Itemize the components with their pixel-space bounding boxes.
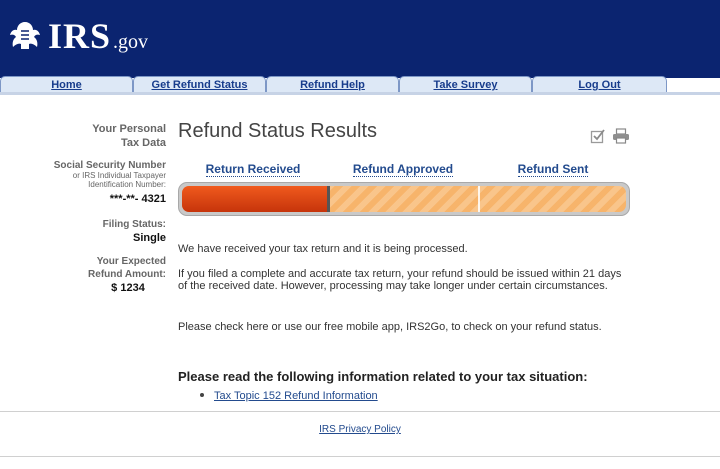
filing-status-value: Single xyxy=(132,232,166,244)
irs-logo[interactable]: IRS .gov xyxy=(8,14,148,57)
status-steps: Return Received Refund Approved Refund S… xyxy=(178,162,628,177)
tab-get-refund-status[interactable]: Get Refund Status xyxy=(133,76,266,93)
filing-status-label: Filing Status: xyxy=(102,219,166,230)
page-title: Refund Status Results xyxy=(178,120,377,142)
ssn-value: ***-**- 4321 xyxy=(109,193,166,205)
refund-amount-value: $ 1234 xyxy=(111,282,145,294)
info-heading: Please read the following information re… xyxy=(178,369,588,384)
sidebar-title-line1: Your Personal xyxy=(92,123,166,135)
ssn-label: Social Security Number xyxy=(53,160,166,171)
refund-status-main: Refund Status Results Return Received Re… xyxy=(178,120,633,402)
nav-underline xyxy=(0,92,720,95)
progress-divider xyxy=(477,186,480,212)
checkmark-icon[interactable] xyxy=(590,128,606,144)
ssn-sublabel-2: Identification Number: xyxy=(88,180,166,189)
logo-irs-text: IRS xyxy=(48,16,112,56)
footer-divider-bottom xyxy=(0,456,720,457)
tab-take-survey[interactable]: Take Survey xyxy=(399,76,532,93)
logo-gov-text: .gov xyxy=(113,31,149,53)
step-refund-approved[interactable]: Refund Approved xyxy=(328,162,478,177)
progress-fill xyxy=(182,186,330,212)
step-label: Refund Sent xyxy=(517,162,589,177)
privacy-policy-link[interactable]: IRS Privacy Policy xyxy=(319,424,401,435)
tab-refund-help[interactable]: Refund Help xyxy=(266,76,399,93)
progress-track xyxy=(182,186,626,212)
tab-log-out[interactable]: Log Out xyxy=(532,76,667,93)
step-label: Return Received xyxy=(205,162,301,177)
step-label: Refund Approved xyxy=(352,162,454,177)
refund-amount-label-1: Your Expected xyxy=(96,256,166,267)
step-refund-sent[interactable]: Refund Sent xyxy=(478,162,628,177)
bullet xyxy=(200,393,204,397)
personal-tax-data-panel: Your Personal Tax Data Social Security N… xyxy=(30,122,166,295)
tab-home[interactable]: Home xyxy=(0,76,133,93)
sidebar-title-line2: Tax Data xyxy=(120,137,166,149)
print-icon[interactable] xyxy=(612,128,630,144)
tax-topic-152-link[interactable]: Tax Topic 152 Refund Information xyxy=(214,390,378,402)
main-nav: Home Get Refund Status Refund Help Take … xyxy=(0,76,720,93)
footer-divider-top xyxy=(0,411,720,412)
refund-timing-message: If you filed a complete and accurate tax… xyxy=(178,268,622,292)
page-tools xyxy=(590,128,630,144)
status-message: We have received your tax return and it … xyxy=(178,243,468,255)
eagle-icon xyxy=(10,22,40,49)
refund-amount-label-2: Refund Amount: xyxy=(88,269,166,280)
mobile-app-message: Please check here or use our free mobile… xyxy=(178,321,602,333)
site-header: IRS .gov xyxy=(0,0,720,78)
status-progress-bar xyxy=(178,182,630,216)
list-item: Tax Topic 152 Refund Information xyxy=(200,390,378,402)
footer: IRS Privacy Policy xyxy=(0,424,720,435)
step-return-received[interactable]: Return Received xyxy=(178,162,328,177)
ssn-sublabel-1: or IRS Individual Taxpayer xyxy=(72,171,166,180)
